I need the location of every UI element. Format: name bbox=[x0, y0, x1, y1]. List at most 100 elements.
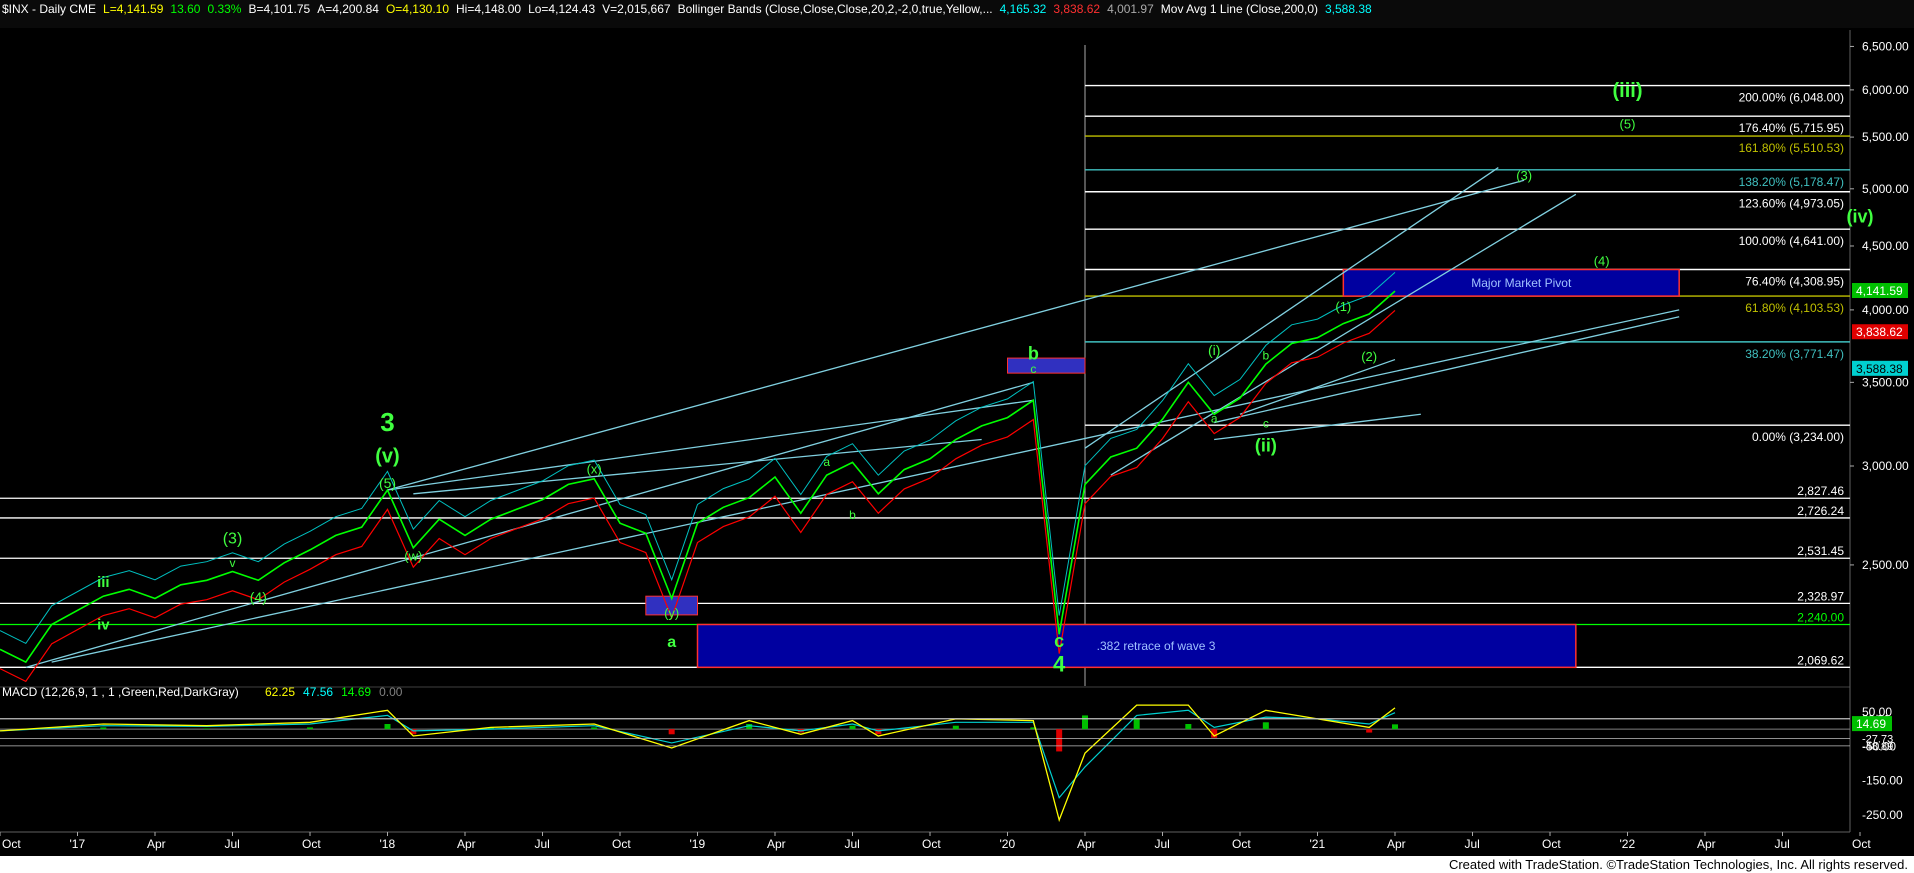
time-tick-label: Oct bbox=[612, 837, 631, 851]
wave-label: b bbox=[849, 508, 856, 522]
wave-label: (x) bbox=[587, 461, 602, 476]
wave-label: b bbox=[1028, 344, 1039, 364]
fib-level-label: 200.00% (6,048.00) bbox=[1739, 91, 1844, 105]
macd-histogram-bar bbox=[668, 729, 675, 735]
box-label: Major Market Pivot bbox=[1471, 276, 1572, 290]
support-level-label: 2,531.45 bbox=[1797, 544, 1844, 558]
time-tick-label: '19 bbox=[690, 837, 706, 851]
time-tick-label: Jul bbox=[1155, 837, 1170, 851]
time-tick-label: Apr bbox=[457, 837, 476, 851]
macd-line bbox=[0, 704, 1396, 823]
wave-label: b bbox=[1262, 349, 1269, 363]
macd-histogram-bar bbox=[1082, 715, 1088, 730]
wave-label: (5) bbox=[1620, 116, 1636, 131]
wave-label: (y) bbox=[664, 605, 679, 620]
time-tick-label: Jul bbox=[225, 837, 240, 851]
macd-histogram-bar bbox=[100, 727, 107, 730]
ohlc-value: B=4,101.75 bbox=[248, 2, 310, 16]
macd-histogram-bar bbox=[384, 724, 391, 730]
time-tick-label: Oct bbox=[1542, 837, 1561, 851]
wave-label: c bbox=[1263, 417, 1269, 431]
fib-level-label: 76.40% (4,308.95) bbox=[1745, 275, 1844, 289]
time-tick-label: Apr bbox=[147, 837, 166, 851]
trend-line bbox=[1084, 166, 1499, 449]
macd-histogram-bar bbox=[591, 727, 598, 730]
time-tick-label: '22 bbox=[1620, 837, 1636, 851]
time-tick-label: Jul bbox=[1465, 837, 1480, 851]
macd-histogram-bar bbox=[1366, 729, 1373, 733]
macd-value: 47.56 bbox=[303, 685, 333, 699]
time-tick-label: '20 bbox=[1000, 837, 1016, 851]
time-tick-label: Oct bbox=[1232, 837, 1251, 851]
macd-histogram-bar bbox=[952, 725, 959, 730]
macd-histogram-bar bbox=[1185, 724, 1192, 730]
wave-label: (iv) bbox=[1847, 206, 1874, 226]
last-price-tag-label: 4,141.59 bbox=[1856, 284, 1903, 298]
time-tick-label: Jul bbox=[845, 837, 860, 851]
time-tick-label: '18 bbox=[380, 837, 396, 851]
time-tick-label: Apr bbox=[1387, 837, 1406, 851]
price-tick-label: 3,000.00 bbox=[1862, 459, 1909, 473]
macd-histogram-bar bbox=[1262, 722, 1269, 730]
time-tick-label: Oct bbox=[302, 837, 321, 851]
wave-box bbox=[1007, 357, 1086, 374]
wave-label: (2) bbox=[1361, 349, 1377, 364]
time-tick-label: Apr bbox=[1077, 837, 1096, 851]
fib-level-label: 38.20% (3,771.47) bbox=[1745, 347, 1844, 361]
support-level-label: 2,240.00 bbox=[1797, 611, 1844, 625]
symbol-label: $INX - Daily CME bbox=[2, 2, 96, 16]
macd-tick-label: -150.00 bbox=[1862, 774, 1903, 788]
support-level-label: 2,328.97 bbox=[1797, 589, 1844, 603]
last-price-tag-label: 3,588.38 bbox=[1856, 362, 1903, 376]
price-chart[interactable]: $INX - Daily CME L=4,141.59 13.60 0.33% B=4,… bbox=[0, 0, 1914, 856]
trend-line bbox=[51, 309, 1680, 663]
upper-band-line bbox=[0, 272, 1396, 645]
wave-label: a bbox=[667, 634, 676, 651]
wave-label: (4) bbox=[1594, 254, 1610, 269]
copyright-footer: Created with TradeStation. ©TradeStation… bbox=[0, 856, 1914, 873]
trend-line bbox=[1214, 413, 1421, 441]
indicator-value: Mov Avg 1 Line (Close,200,0) bbox=[1161, 2, 1318, 16]
wave-label: (1) bbox=[1335, 299, 1351, 314]
price-tick-label: 6,500.00 bbox=[1862, 39, 1909, 53]
macd-histogram-bar bbox=[1056, 729, 1063, 752]
wave-label: 3 bbox=[380, 407, 394, 437]
price-tick-label: 2,500.00 bbox=[1862, 558, 1909, 572]
ohlc-value: Lo=4,124.43 bbox=[528, 2, 595, 16]
price-tick-label: 5,500.00 bbox=[1862, 130, 1909, 144]
price-tick-label: 3,500.00 bbox=[1862, 375, 1909, 389]
time-tick-label: '21 bbox=[1310, 837, 1326, 851]
wave-label: (v) bbox=[375, 445, 399, 467]
wave-label: c bbox=[1030, 362, 1036, 376]
time-tick-label: Oct bbox=[2, 837, 21, 851]
macd-value: 0.00 bbox=[379, 685, 403, 699]
macd-title: MACD (12,26,9, 1 , 1 ,Green,Red,DarkGray… bbox=[2, 685, 239, 699]
macd-last-tag-label: 14.69 bbox=[1856, 717, 1886, 731]
last-price-tag-label: 3,838.62 bbox=[1856, 325, 1903, 339]
wave-label: (ii) bbox=[1255, 436, 1277, 456]
price-tick-label: 4,500.00 bbox=[1862, 239, 1909, 253]
price-tick-label: 6,000.00 bbox=[1862, 83, 1909, 97]
macd-level-label: -48.89 bbox=[1862, 741, 1893, 753]
fib-level-label: 138.20% (5,178.47) bbox=[1739, 175, 1844, 189]
wave-label: (3) bbox=[223, 531, 243, 548]
wave-label: (5) bbox=[379, 475, 396, 491]
indicator-value: 3,838.62 bbox=[1053, 2, 1100, 16]
fib-level-label: 161.80% (5,510.53) bbox=[1739, 141, 1844, 155]
macd-histogram-bar bbox=[1392, 724, 1398, 730]
ohlc-value: Hi=4,148.00 bbox=[456, 2, 521, 16]
ohlc-value: O=4,130.10 bbox=[386, 2, 449, 16]
fib-level-label: 176.40% (5,715.95) bbox=[1739, 121, 1844, 135]
support-level-label: 2,726.24 bbox=[1797, 504, 1844, 518]
ohlc-value: 0.33% bbox=[207, 2, 241, 16]
indicator-value: 4,001.97 bbox=[1107, 2, 1154, 16]
indicator-value: 3,588.38 bbox=[1325, 2, 1372, 16]
fib-level-label: 123.60% (4,973.05) bbox=[1739, 197, 1844, 211]
wave-label: iii bbox=[97, 574, 110, 591]
time-tick-label: Oct bbox=[1852, 837, 1871, 851]
trend-line bbox=[387, 399, 1034, 491]
ohlc-value: V=2,015,667 bbox=[602, 2, 671, 16]
time-tick-label: Oct bbox=[922, 837, 941, 851]
wave-label: (3) bbox=[1516, 168, 1532, 183]
time-tick-label: Jul bbox=[535, 837, 550, 851]
